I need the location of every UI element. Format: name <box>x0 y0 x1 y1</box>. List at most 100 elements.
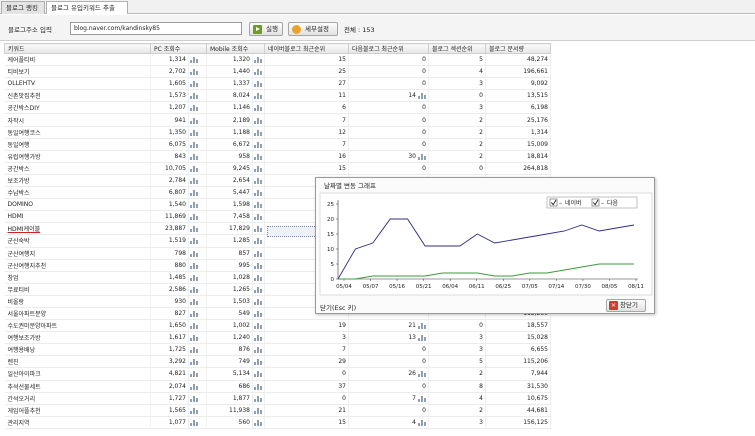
cell-pc-chart[interactable] <box>188 53 207 67</box>
table-row[interactable]: 렌진 3,292 749 29 0 5 115,206 <box>4 355 551 369</box>
col-header-pc-views[interactable]: PC 조회수 <box>150 43 207 54</box>
col-header-daum-rank[interactable]: 다음블로그 최근순위 <box>348 43 429 54</box>
cell-pc-chart[interactable] <box>188 307 207 321</box>
cell-mobile-chart[interactable] <box>252 367 265 381</box>
cell-mobile-chart[interactable] <box>252 234 265 248</box>
cell-mobile-chart[interactable] <box>252 53 265 67</box>
cell-pc-chart[interactable] <box>188 234 207 248</box>
cell-mobile-chart[interactable] <box>252 113 265 127</box>
cell-pc-chart[interactable] <box>188 380 207 393</box>
cell-mobile-chart[interactable] <box>252 343 265 357</box>
cell-mobile-chart[interactable] <box>252 138 265 151</box>
close-popup-button[interactable]: × 창닫기 <box>606 299 646 312</box>
settings-button[interactable]: 세부설정 <box>288 22 338 36</box>
table-row[interactable]: 티비보기 2,702 1,440 25 0 4 196,661 <box>4 65 551 79</box>
cell-mobile-chart[interactable] <box>252 404 265 417</box>
table-row[interactable]: 여행보조가방 1,617 1,240 3 13 3 15,028 <box>4 331 551 345</box>
cell-mobile-chart[interactable] <box>252 392 265 405</box>
cell-mobile-chart[interactable] <box>252 101 265 115</box>
cell-mobile-chart[interactable] <box>252 331 265 345</box>
cell-mobile-chart[interactable] <box>252 65 265 79</box>
table-row[interactable]: 동일여행코스 1,350 1,188 12 0 2 1,314 <box>4 126 551 139</box>
cell-pc-chart[interactable] <box>188 404 207 417</box>
run-button[interactable]: 실행 <box>249 22 283 36</box>
cell-mobile-chart[interactable] <box>252 210 265 224</box>
cell-pc-chart[interactable] <box>188 174 207 188</box>
cell-mobile-chart[interactable] <box>252 307 265 321</box>
cell-mobile-chart[interactable] <box>252 186 265 200</box>
cell-doc-count: 156,125 <box>485 416 551 429</box>
blog-url-input[interactable] <box>70 22 242 35</box>
cell-mobile-chart[interactable] <box>252 174 265 188</box>
cell-pc-chart[interactable] <box>188 247 207 260</box>
cell-mobile-chart[interactable] <box>252 295 265 308</box>
cell-mobile-chart[interactable] <box>252 319 265 333</box>
cell-mobile-chart[interactable] <box>252 355 265 369</box>
cell-pc-chart[interactable] <box>188 186 207 200</box>
cell-pc-chart[interactable] <box>188 416 207 429</box>
cell-pc-chart[interactable] <box>188 367 207 381</box>
table-row[interactable]: 자작시 941 2,189 7 0 2 25,176 <box>4 113 551 127</box>
cell-pc-chart[interactable] <box>188 222 207 236</box>
cell-mobile-chart[interactable] <box>252 259 265 272</box>
cell-pc-chart[interactable] <box>188 392 207 405</box>
col-header-keyword[interactable]: 키워드 <box>4 43 151 54</box>
cell-mobile-chart[interactable] <box>252 380 265 393</box>
table-row[interactable]: 신촌맛집추천 1,573 8,024 11 14 0 13,515 <box>4 89 551 103</box>
col-header-naver-rank[interactable]: 네이버블로그 최근순위 <box>264 43 349 54</box>
cell-mobile-chart[interactable] <box>252 198 265 212</box>
cell-pc-chart[interactable] <box>188 126 207 139</box>
col-header-mobile-views[interactable]: Mobile 조회수 <box>206 43 265 54</box>
table-row[interactable]: 간석오거리 1,727 1,877 0 7 4 10,675 <box>4 392 551 405</box>
cell-mobile-chart[interactable] <box>252 271 265 284</box>
cell-pc-chart[interactable] <box>188 355 207 369</box>
table-row[interactable]: 케어플티비 1,314 1,320 15 0 5 48,274 <box>4 53 551 67</box>
tab-blog-ranking[interactable]: 블로그 랭킹 <box>1 1 45 14</box>
tab-inflow-keyword[interactable]: 블로그 유입키워드 추출 <box>46 1 128 14</box>
bar-chart-icon <box>190 322 198 330</box>
cell-pc-chart[interactable] <box>188 283 207 296</box>
cell-pc-chart[interactable] <box>188 210 207 224</box>
cell-pc-chart[interactable] <box>188 101 207 115</box>
table-row[interactable]: 추석선물세트 2,074 686 37 0 8 31,530 <box>4 380 551 393</box>
cell-mobile-chart[interactable] <box>252 222 265 236</box>
cell-pc-chart[interactable] <box>188 259 207 272</box>
cell-mobile-chart[interactable] <box>252 247 265 260</box>
table-row[interactable]: 여행용배낭 1,725 876 7 0 3 6,655 <box>4 343 551 357</box>
cell-pc-chart[interactable] <box>188 331 207 345</box>
cell-mobile-chart[interactable] <box>252 77 265 91</box>
table-row[interactable]: 공간박스 10,705 9,245 15 0 0 264,818 <box>4 162 551 175</box>
cell-pc-chart[interactable] <box>188 295 207 308</box>
cell-pc-chart[interactable] <box>188 271 207 284</box>
table-row[interactable]: OLLEHTV 1,605 1,337 27 0 3 9,092 <box>4 77 551 91</box>
cell-pc-chart[interactable] <box>188 77 207 91</box>
table-row[interactable]: 게임어플추천 1,565 11,938 21 0 2 44,681 <box>4 404 551 417</box>
cell-mobile-chart[interactable] <box>252 416 265 429</box>
cell-mobile-chart[interactable] <box>252 283 265 296</box>
col-header-section-rank[interactable]: 블로그 섹션순위 <box>428 43 486 54</box>
cell-mobile-views: 1,265 <box>206 283 253 296</box>
table-row[interactable]: 유럽여행가방 843 958 16 30 2 18,814 <box>4 150 551 163</box>
cell-mobile-chart[interactable] <box>252 150 265 163</box>
cell-mobile-views: 1,240 <box>206 331 253 345</box>
cell-pc-chart[interactable] <box>188 198 207 212</box>
cell-pc-views: 1,565 <box>150 404 189 417</box>
cell-pc-chart[interactable] <box>188 113 207 127</box>
table-row[interactable]: 수도권미분양아파트 1,650 1,002 19 21 0 18,557 <box>4 319 551 333</box>
cell-pc-chart[interactable] <box>188 89 207 103</box>
cell-mobile-chart[interactable] <box>252 126 265 139</box>
cell-pc-chart[interactable] <box>188 319 207 333</box>
cell-mobile-chart[interactable] <box>252 89 265 103</box>
cell-pc-views: 1,617 <box>150 331 189 345</box>
cell-pc-chart[interactable] <box>188 150 207 163</box>
cell-pc-chart[interactable] <box>188 138 207 151</box>
table-row[interactable]: 동일여행 6,075 6,672 7 0 2 15,009 <box>4 138 551 151</box>
table-row[interactable]: 관리지역 1,077 560 15 4 3 156,125 <box>4 416 551 429</box>
cell-pc-chart[interactable] <box>188 65 207 79</box>
cell-mobile-chart[interactable] <box>252 162 265 175</box>
cell-pc-chart[interactable] <box>188 162 207 175</box>
col-header-doc-count[interactable]: 블로그 문서량 <box>485 43 551 54</box>
cell-pc-chart[interactable] <box>188 343 207 357</box>
table-row[interactable]: 일산아이파크 4,821 5,134 0 26 2 7,944 <box>4 367 551 381</box>
table-row[interactable]: 공간박스DIY 1,207 1,146 6 0 3 6,198 <box>4 101 551 115</box>
